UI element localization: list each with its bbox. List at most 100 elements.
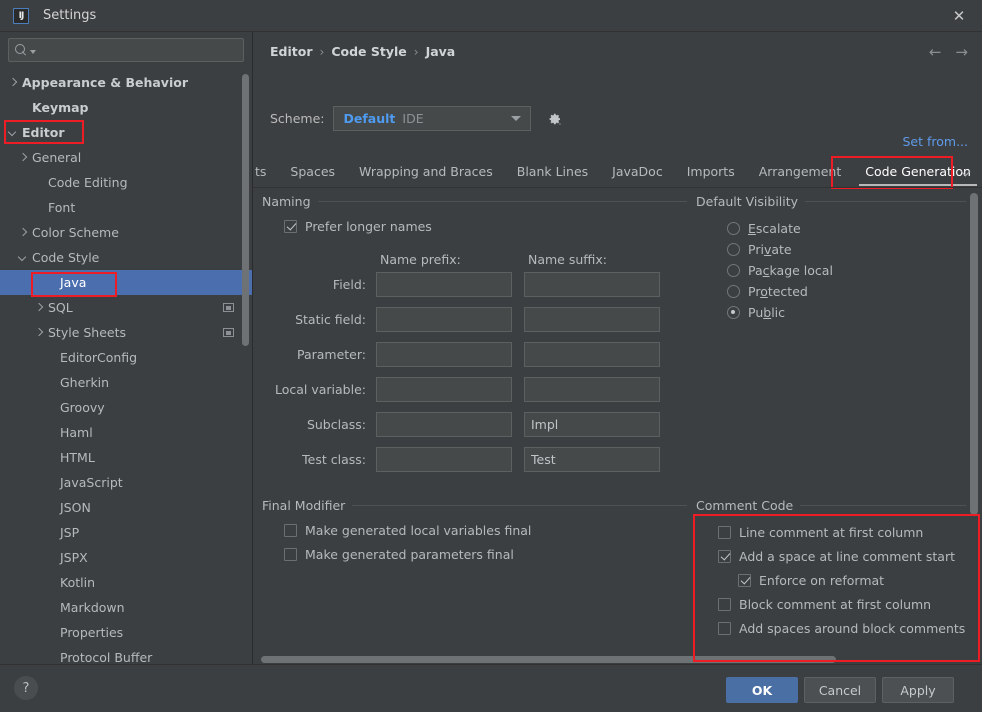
tab-imports[interactable]: Imports bbox=[675, 158, 747, 186]
comment-code-checkbox-line-comment-at-first-column[interactable]: Line comment at first column bbox=[718, 520, 966, 544]
sidebar-item-label: Code Style bbox=[32, 250, 100, 265]
final-modifier-checkbox-make-generated-local-variables-final[interactable]: Make generated local variables final bbox=[284, 518, 687, 542]
sidebar-item-javascript[interactable]: JavaScript bbox=[0, 470, 252, 495]
sidebar-item-jsp[interactable]: JSP bbox=[0, 520, 252, 545]
tab-ts[interactable]: ts bbox=[253, 158, 278, 186]
comment-code-checkbox-block-comment-at-first-column[interactable]: Block comment at first column bbox=[718, 592, 966, 616]
visibility-radio-private[interactable]: Private bbox=[727, 239, 966, 260]
sidebar-item-general[interactable]: General bbox=[0, 145, 252, 170]
settings-tree[interactable]: Appearance & Behavior Keymap Editor General… bbox=[0, 70, 252, 664]
breadcrumb-item-java[interactable]: Java bbox=[426, 44, 456, 59]
sidebar-item-html[interactable]: HTML bbox=[0, 445, 252, 470]
search-area bbox=[0, 32, 252, 62]
comment-code-checkbox-add-a-space-at-line-comment-start[interactable]: Add a space at line comment start bbox=[718, 544, 966, 568]
comment-code-checkbox-add-spaces-around-block-comments[interactable]: Add spaces around block comments bbox=[718, 616, 966, 640]
tab-spaces[interactable]: Spaces bbox=[278, 158, 347, 186]
naming-row-label: Field: bbox=[332, 277, 366, 292]
naming-suffix-input-local-variable[interactable] bbox=[524, 377, 660, 402]
chevron-right-icon[interactable] bbox=[34, 303, 43, 312]
naming-prefix-input-field[interactable] bbox=[376, 272, 512, 297]
final-modifier-checkbox-make-generated-parameters-final[interactable]: Make generated parameters final bbox=[284, 542, 687, 566]
sidebar-item-jspx[interactable]: JSPX bbox=[0, 545, 252, 570]
apply-button[interactable]: Apply bbox=[882, 677, 954, 703]
arrow-left-icon[interactable]: ← bbox=[929, 44, 942, 61]
tab-javadoc[interactable]: JavaDoc bbox=[600, 158, 675, 186]
naming-suffix-input-static-field[interactable] bbox=[524, 307, 660, 332]
naming-suffix-input-subclass[interactable] bbox=[524, 412, 660, 437]
close-icon[interactable]: ✕ bbox=[936, 0, 982, 31]
sidebar-item-font[interactable]: Font bbox=[0, 195, 252, 220]
chevron-right-icon[interactable] bbox=[18, 228, 27, 237]
naming-prefix-input-static-field[interactable] bbox=[376, 307, 512, 332]
breadcrumb-item-editor[interactable]: Editor bbox=[270, 44, 313, 59]
comment-code-checkbox-label: Add a space at line comment start bbox=[739, 548, 955, 564]
naming-prefix-input-parameter[interactable] bbox=[376, 342, 512, 367]
scheme-select[interactable]: Default IDE bbox=[332, 106, 531, 131]
sidebar-item-kotlin[interactable]: Kotlin bbox=[0, 570, 252, 595]
sidebar-item-haml[interactable]: Haml bbox=[0, 420, 252, 445]
naming-cell bbox=[524, 272, 672, 297]
checkbox-icon bbox=[718, 597, 731, 611]
sidebar-item-gherkin[interactable]: Gherkin bbox=[0, 370, 252, 395]
naming-suffix-input-test-class[interactable] bbox=[524, 447, 660, 472]
sidebar-item-code-editing[interactable]: Code Editing bbox=[0, 170, 252, 195]
gear-icon[interactable] bbox=[546, 111, 562, 127]
arrow-right-icon[interactable]: → bbox=[955, 44, 968, 61]
checkbox-icon bbox=[718, 525, 731, 539]
content-horizontal-scrollbar[interactable] bbox=[261, 656, 836, 663]
visibility-radio-escalate[interactable]: Escalate bbox=[727, 218, 966, 239]
help-button[interactable]: ? bbox=[14, 676, 38, 700]
sidebar-scrollbar[interactable] bbox=[242, 74, 249, 346]
sidebar-item-properties[interactable]: Properties bbox=[0, 620, 252, 645]
chevron-right-icon[interactable] bbox=[8, 78, 17, 87]
sidebar-item-keymap[interactable]: Keymap bbox=[0, 95, 252, 120]
sidebar-item-code-style[interactable]: Code Style bbox=[0, 245, 252, 270]
chevron-down-icon[interactable] bbox=[18, 253, 27, 262]
sidebar-item-color-scheme[interactable]: Color Scheme bbox=[0, 220, 252, 245]
naming-prefix-input-local-variable[interactable] bbox=[376, 377, 512, 402]
naming-suffix-input-field[interactable] bbox=[524, 272, 660, 297]
breadcrumb-item-code-style[interactable]: Code Style bbox=[331, 44, 406, 59]
sidebar-item-appearance-behavior[interactable]: Appearance & Behavior bbox=[0, 70, 252, 95]
visibility-radio-package-local[interactable]: Package local bbox=[727, 260, 966, 281]
set-from-link[interactable]: Set from... bbox=[902, 134, 968, 149]
naming-cell bbox=[376, 447, 524, 472]
scheme-row: Scheme: Default IDE bbox=[270, 106, 562, 131]
naming-prefix-input-subclass[interactable] bbox=[376, 412, 512, 437]
sidebar-item-protocol-buffer[interactable]: Protocol Buffer bbox=[0, 645, 252, 664]
naming-suffix-input-parameter[interactable] bbox=[524, 342, 660, 367]
sidebar-item-editorconfig[interactable]: EditorConfig bbox=[0, 345, 252, 370]
checkbox-icon bbox=[284, 523, 297, 537]
comment-code-checkbox-enforce-on-reformat[interactable]: Enforce on reformat bbox=[718, 568, 966, 592]
visibility-radio-public[interactable]: Public bbox=[727, 302, 966, 323]
naming-cell bbox=[524, 307, 672, 332]
chevron-right-icon[interactable] bbox=[34, 328, 43, 337]
scheme-value: Default bbox=[343, 111, 396, 126]
sidebar-item-markdown[interactable]: Markdown bbox=[0, 595, 252, 620]
sidebar-item-style-sheets[interactable]: Style Sheets bbox=[0, 320, 252, 345]
chevron-down-icon[interactable] bbox=[8, 128, 17, 137]
sidebar-item-sql[interactable]: SQL bbox=[0, 295, 252, 320]
naming-cell bbox=[524, 377, 672, 402]
sidebar-item-groovy[interactable]: Groovy bbox=[0, 395, 252, 420]
sidebar-item-editor[interactable]: Editor bbox=[0, 120, 252, 145]
visibility-radio-protected[interactable]: Protected bbox=[727, 281, 966, 302]
search-input[interactable] bbox=[36, 43, 243, 57]
content-vertical-scrollbar[interactable] bbox=[970, 193, 978, 515]
prefer-longer-names-checkbox[interactable]: Prefer longer names bbox=[284, 214, 687, 238]
chevron-right-icon[interactable] bbox=[18, 153, 27, 162]
naming-prefix-input-test-class[interactable] bbox=[376, 447, 512, 472]
sidebar-item-label: Groovy bbox=[60, 400, 105, 415]
ok-button[interactable]: OK bbox=[726, 677, 798, 703]
tabs-overflow-button[interactable] bbox=[954, 158, 978, 186]
sidebar-item-json[interactable]: JSON bbox=[0, 495, 252, 520]
tab-arrangement[interactable]: Arrangement bbox=[747, 158, 854, 186]
tab-blank-lines[interactable]: Blank Lines bbox=[505, 158, 600, 186]
plugin-badge-icon bbox=[223, 328, 234, 337]
sidebar-item-java[interactable]: Java bbox=[0, 270, 252, 295]
cancel-button[interactable]: Cancel bbox=[804, 677, 876, 703]
tab-wrapping-and-braces[interactable]: Wrapping and Braces bbox=[347, 158, 505, 186]
search-box[interactable] bbox=[8, 38, 244, 62]
radio-icon bbox=[727, 285, 740, 298]
prefer-longer-names-label: Prefer longer names bbox=[305, 218, 432, 234]
